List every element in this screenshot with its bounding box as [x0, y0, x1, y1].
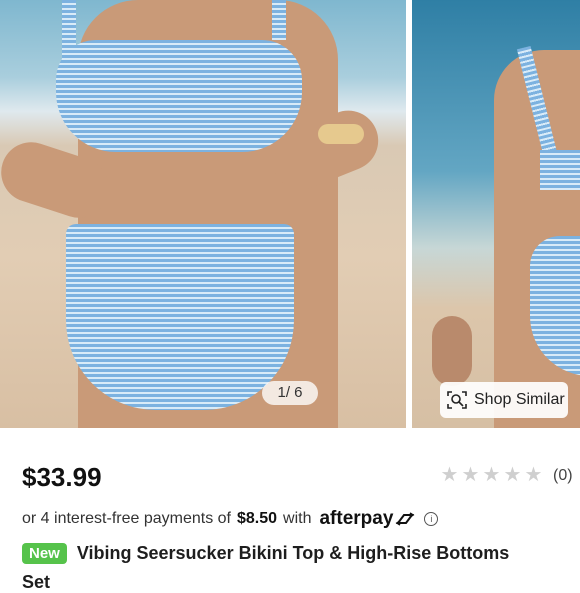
info-icon[interactable]: i [424, 512, 439, 526]
star-empty-icon: ★ [524, 464, 543, 486]
installments-info: or 4 interest-free payments of $8.50 wit… [22, 508, 439, 530]
star-empty-icon: ★ [503, 464, 522, 486]
installment-amount: $8.50 [236, 510, 278, 527]
visual-search-icon [447, 391, 467, 409]
afterpay-logo: afterpay [313, 508, 416, 530]
product-price: $33.99 [22, 462, 102, 492]
star-empty-icon: ★ [482, 464, 501, 486]
product-photo-main[interactable] [0, 0, 406, 428]
installments-with: with [283, 510, 312, 527]
installments-prefix: or 4 interest-free payments of [22, 510, 231, 527]
product-title-row: New Vibing Seersucker Bikini Top & High-… [22, 543, 509, 564]
image-counter: 1/ 6 [262, 381, 318, 405]
product-title-continued: Set [22, 572, 51, 592]
afterpay-logo-text: afterpay [319, 508, 394, 529]
star-empty-icon: ★ [440, 464, 459, 486]
new-badge: New [22, 543, 67, 564]
afterpay-arrows-icon [395, 512, 415, 526]
star-empty-icon: ★ [461, 464, 480, 486]
product-title: Vibing Seersucker Bikini Top & High-Rise… [76, 543, 510, 563]
rating-summary[interactable]: ★ ★ ★ ★ ★ (0) [440, 464, 573, 486]
shop-similar-button[interactable]: Shop Similar [440, 382, 568, 418]
shop-similar-label: Shop Similar [474, 391, 565, 408]
product-image-gallery[interactable]: 1/ 6 Shop Similar [0, 0, 580, 430]
rating-count: (0) [553, 466, 573, 484]
product-photo-secondary[interactable] [412, 0, 580, 428]
